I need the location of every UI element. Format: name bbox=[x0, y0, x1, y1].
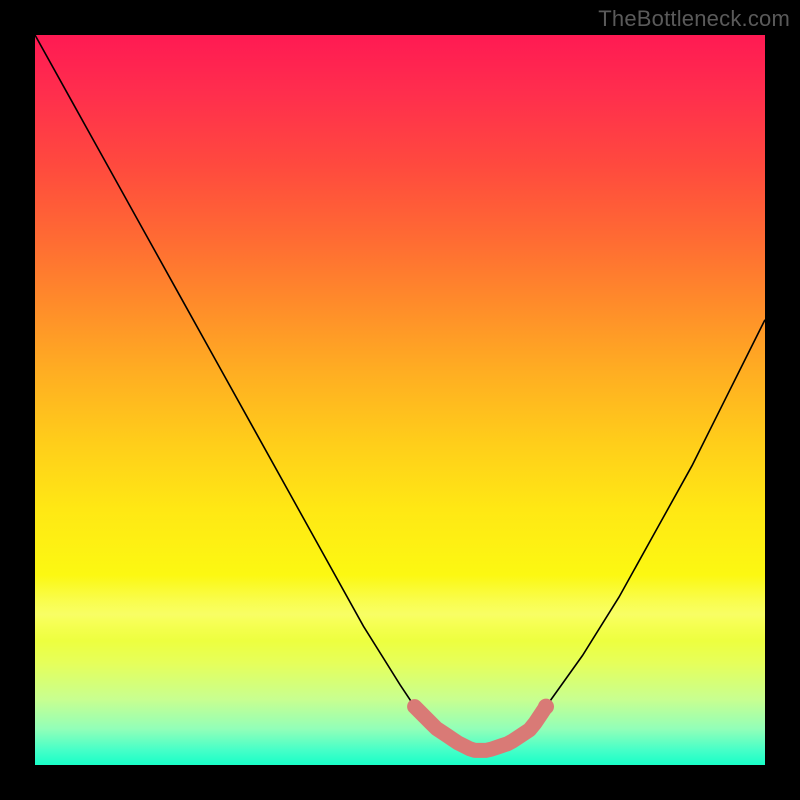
optimal-zone-end-dot bbox=[538, 699, 554, 715]
optimal-zone-highlight bbox=[415, 707, 546, 751]
gradient-pale-band bbox=[35, 575, 765, 641]
bottleneck-curve bbox=[35, 35, 765, 750]
curve-svg bbox=[35, 35, 765, 765]
plot-area bbox=[35, 35, 765, 765]
chart-container: TheBottleneck.com bbox=[0, 0, 800, 800]
watermark-text: TheBottleneck.com bbox=[598, 6, 790, 32]
